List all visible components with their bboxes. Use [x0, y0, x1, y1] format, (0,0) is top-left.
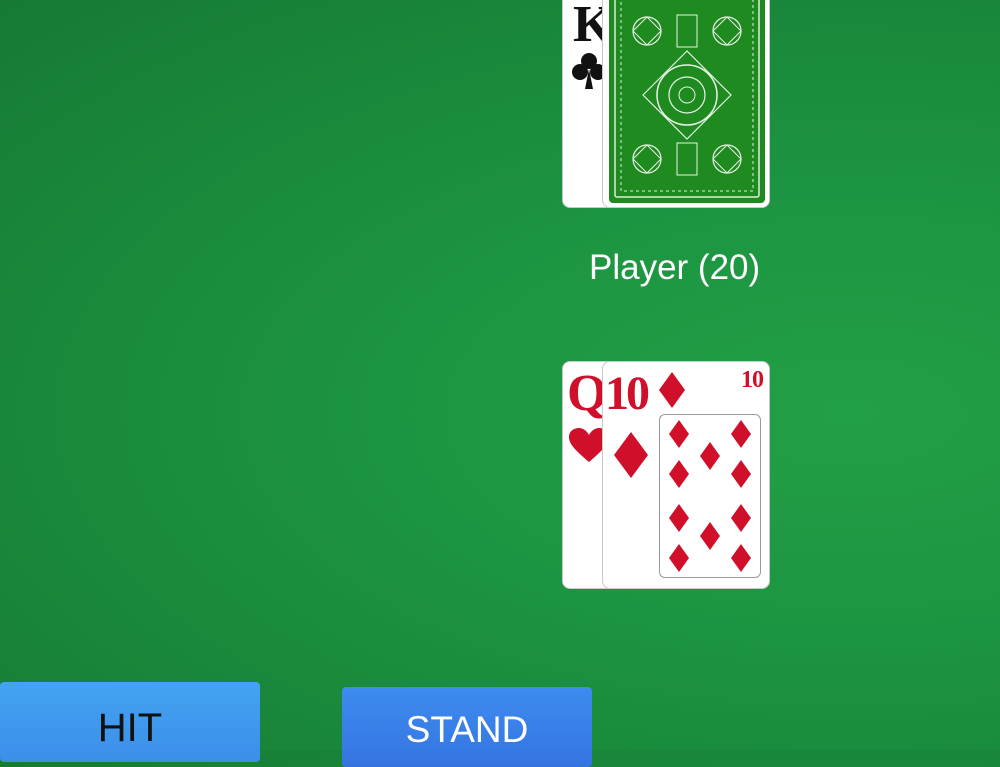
- diamond-suit-icon: [659, 372, 685, 408]
- stand-button-label: STAND: [405, 709, 529, 750]
- hit-button[interactable]: HIT: [0, 682, 260, 762]
- player-score-label: Player (20): [589, 248, 761, 287]
- player-card-ten-of-diamonds: 10 10: [602, 361, 770, 589]
- dealer-card-back: [602, 0, 770, 208]
- card-rank: 10: [605, 367, 650, 420]
- card-back-pattern: [609, 0, 765, 203]
- diamond-suit-icon: [614, 432, 648, 478]
- card-corner-label: 10: [741, 367, 764, 393]
- card-rank: Q: [567, 365, 607, 422]
- card-pips: [669, 420, 751, 572]
- stand-button[interactable]: STAND: [342, 687, 592, 767]
- hit-button-label: HIT: [97, 706, 163, 750]
